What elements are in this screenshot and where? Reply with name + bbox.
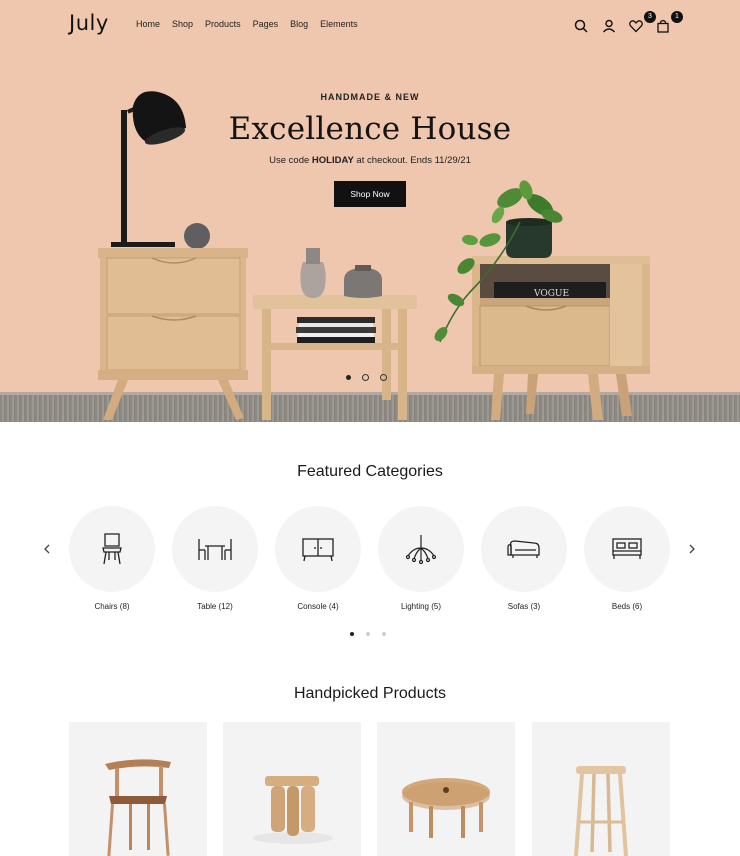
decor-ball-image xyxy=(184,223,210,249)
bar-stool-image xyxy=(574,766,628,856)
main-nav: Home Shop Products Pages Blog Elements xyxy=(136,19,370,29)
categories-dot-1[interactable] xyxy=(350,632,354,636)
nav-elements[interactable]: Elements xyxy=(320,19,358,29)
bed-icon xyxy=(612,538,642,559)
promo-code: HOLIDAY xyxy=(311,155,354,166)
chair-icon xyxy=(102,533,122,565)
category-console-circle xyxy=(275,506,361,592)
product-card-wooden-armchair[interactable] xyxy=(69,722,207,856)
category-table[interactable]: Table (12) xyxy=(172,506,258,611)
category-sofas-label: Sofas (3) xyxy=(507,602,541,611)
categories-next-arrow[interactable] xyxy=(683,540,701,558)
category-lighting-label: Lighting (5) xyxy=(400,602,442,611)
hero-title: Excellence House xyxy=(228,111,512,147)
categories-dot-2[interactable] xyxy=(366,632,370,636)
nav-pages[interactable]: Pages xyxy=(253,19,279,29)
category-lighting-circle xyxy=(378,506,464,592)
category-table-label: Table (12) xyxy=(197,602,233,611)
category-carousel: Chairs (8) Table (12) Console (4) Lighti… xyxy=(69,506,670,616)
site-logo[interactable]: July xyxy=(69,11,109,35)
categories-pagination xyxy=(350,632,386,636)
category-chairs-label: Chairs (8) xyxy=(94,602,130,611)
category-table-circle xyxy=(172,506,258,592)
category-sofas[interactable]: Sofas (3) xyxy=(481,506,567,611)
header-tools: 3 1 xyxy=(574,11,683,37)
cart-count-badge: 1 xyxy=(671,11,683,23)
category-console[interactable]: Console (4) xyxy=(275,506,361,611)
nav-shop[interactable]: Shop xyxy=(172,19,193,29)
search-icon[interactable] xyxy=(574,15,592,35)
category-lighting[interactable]: Lighting (5) xyxy=(378,506,464,611)
console-icon xyxy=(302,538,334,562)
hero-dot-3[interactable] xyxy=(380,374,387,381)
wishlist-count-badge: 3 xyxy=(644,11,656,23)
user-icon[interactable] xyxy=(602,15,620,35)
hero-subtitle-post: at checkout. Ends 11/29/21 xyxy=(353,155,471,166)
right-nightstand-image: VOGUE xyxy=(472,256,650,420)
nav-blog[interactable]: Blog xyxy=(290,19,308,29)
hero-banner: VOGUE July Home Shop Products Pages Blog… xyxy=(0,0,740,422)
nav-products[interactable]: Products xyxy=(205,19,241,29)
wooden-stool-image xyxy=(253,776,333,844)
table-icon xyxy=(198,539,232,560)
featured-categories-title: Featured Categories xyxy=(297,463,443,480)
category-beds-label: Beds (6) xyxy=(611,602,643,611)
category-chairs[interactable]: Chairs (8) xyxy=(69,506,155,611)
product-card-wooden-stool[interactable] xyxy=(223,722,361,856)
categories-dot-3[interactable] xyxy=(382,632,386,636)
category-console-label: Console (4) xyxy=(297,602,339,611)
round-coffee-table-image xyxy=(402,778,490,838)
category-sofas-circle xyxy=(481,506,567,592)
nav-home[interactable]: Home xyxy=(136,19,160,29)
sofa-icon xyxy=(507,540,540,558)
hero-subtitle: Use code HOLIDAY at checkout. Ends 11/29… xyxy=(0,155,740,166)
wooden-armchair-image xyxy=(105,759,171,856)
product-card-bar-stool[interactable] xyxy=(532,722,670,856)
chevron-left-icon xyxy=(44,544,50,554)
categories-prev-arrow[interactable] xyxy=(38,540,56,558)
hero-dot-1[interactable] xyxy=(346,375,351,380)
side-table-image xyxy=(253,248,417,420)
hero-dot-2[interactable] xyxy=(362,374,369,381)
site-header: July Home Shop Products Pages Blog Eleme… xyxy=(0,0,740,52)
hero-slider-dots xyxy=(346,374,387,381)
hero-subtitle-pre: Use code xyxy=(269,155,312,166)
chevron-right-icon xyxy=(689,544,695,554)
category-chairs-circle xyxy=(69,506,155,592)
hero-copy: HANDMADE & NEW Excellence House Use code… xyxy=(0,92,740,207)
product-card-round-coffee-table[interactable] xyxy=(377,722,515,856)
handpicked-products-title: Handpicked Products xyxy=(293,685,447,702)
category-beds[interactable]: Beds (6) xyxy=(584,506,670,611)
left-nightstand-image xyxy=(98,248,248,420)
product-grid xyxy=(69,722,670,856)
hero-eyebrow: HANDMADE & NEW xyxy=(320,92,420,102)
book-spine-label: VOGUE xyxy=(533,289,569,299)
hero-scene-illustration: VOGUE xyxy=(98,91,650,420)
category-beds-circle xyxy=(584,506,670,592)
shop-now-button[interactable]: Shop Now xyxy=(334,181,406,207)
chandelier-icon xyxy=(405,535,437,564)
